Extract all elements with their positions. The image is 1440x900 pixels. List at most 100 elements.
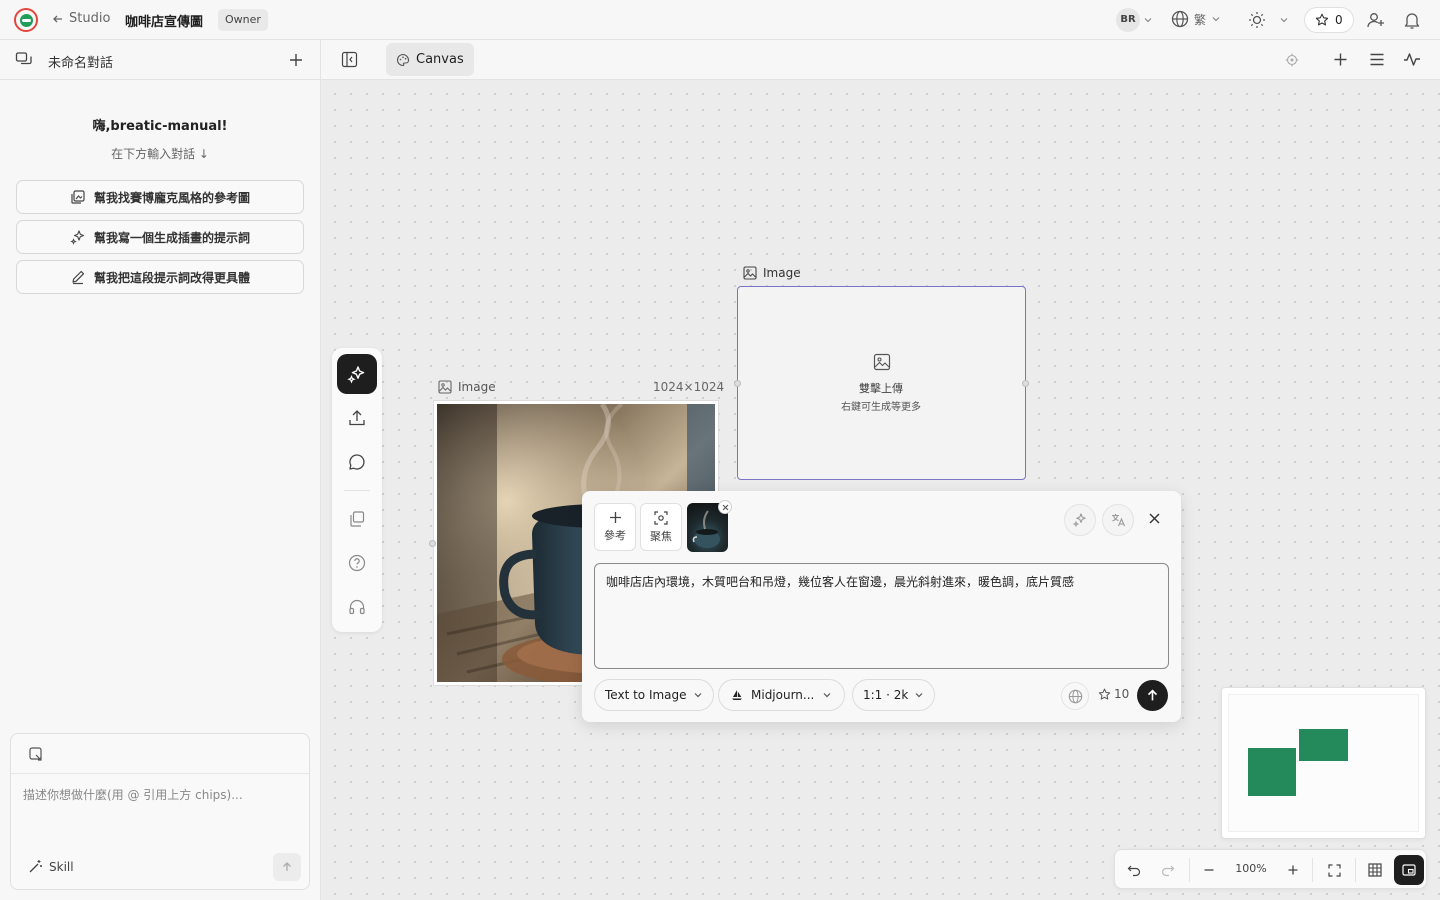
globe-icon [1171,10,1189,28]
connection-handle-image[interactable] [429,540,436,547]
zoom-out-button[interactable] [1195,856,1223,884]
zoom-controls: 100% [1114,849,1427,889]
suggestion-button-refine[interactable]: 幫我把這段提示詞改得更具體 [16,260,304,294]
tab-canvas[interactable]: Canvas [386,43,474,76]
image-node-header: Image [438,380,496,394]
image-dimensions: 1024×1024 [653,380,725,394]
minimap-toggle-button[interactable] [1394,855,1424,885]
sparkles-icon [347,366,365,384]
add-reference-button[interactable]: 參考 [594,503,636,551]
skill-button[interactable]: Skill [28,859,74,874]
chevron-down-icon[interactable] [1279,15,1289,25]
ai-generate-button[interactable] [337,354,377,394]
prompt-textarea[interactable]: 咖啡店店內環境，木質吧台和吊燈，幾位客人在窗邊，晨光斜射進來，暖色調，底片質感 [594,563,1169,669]
image-upload-icon [873,353,891,371]
comment-button[interactable] [342,447,372,477]
conversation-title[interactable]: 未命名對話 [48,52,113,71]
app-logo[interactable] [14,8,38,32]
suggestion-label: 幫我找賽博龐克風格的參考圖 [93,190,250,205]
zoom-level[interactable]: 100% [1227,862,1275,875]
focus-icon [654,510,668,525]
close-icon[interactable] [1148,512,1161,525]
connection-handle-left[interactable] [734,380,741,387]
star-icon [1315,13,1329,26]
bell-icon[interactable] [1403,10,1421,30]
empty-node-header: Image [743,266,801,280]
zoom-in-button[interactable] [1279,856,1307,884]
enhance-prompt-button[interactable] [1064,504,1096,536]
credits-pill[interactable]: 0 [1304,7,1354,33]
chat-input-box: 描述你想做什麼(用 @ 引用上方 chips)... Skill [10,733,310,890]
project-title[interactable]: 咖啡店宣傳圖 [125,11,203,30]
grid-toggle-button[interactable] [1361,856,1389,884]
headset-icon [349,599,365,615]
sparkles-icon [70,230,85,245]
top-bar: Studio 咖啡店宣傳圖 Owner BR 繁 0 [0,0,1440,40]
user-avatar[interactable]: BR [1116,8,1140,32]
web-search-toggle[interactable] [1061,682,1089,710]
star-icon [1098,688,1111,700]
empty-node-label: Image [763,266,801,280]
suggestion-button-reference[interactable]: 幫我找賽博龐克風格的參考圖 [16,180,304,214]
fit-view-button[interactable] [1320,856,1348,884]
attach-chip-icon[interactable] [28,746,44,762]
minimap-icon [1402,864,1416,876]
sun-icon[interactable] [1248,11,1266,29]
chevron-down-icon[interactable] [1143,15,1153,25]
undo-button[interactable] [1120,856,1148,884]
minimap[interactable] [1221,687,1426,839]
image-search-icon [71,190,85,204]
connection-handle-right[interactable] [1022,380,1029,387]
help-button[interactable] [342,548,372,578]
tab-label: Canvas [416,52,464,67]
focus-button[interactable]: 聚焦 [640,503,682,551]
add-user-icon[interactable] [1366,10,1386,30]
chevron-down-icon [915,693,923,698]
suggestion-button-prompt[interactable]: 幫我寫一個生成插畫的提示詞 [16,220,304,254]
suggestion-label: 幫我把這段提示詞改得更具體 [93,270,250,285]
skill-label: Skill [49,859,74,874]
conversations-icon[interactable] [15,51,33,69]
translate-button[interactable] [1102,504,1134,536]
greeting-subtitle: 在下方輸入對話 ↓ [111,147,209,161]
mode-select[interactable]: Text to Image [594,679,714,711]
arrow-up-icon [1147,689,1158,701]
assets-button[interactable] [342,504,372,534]
upload-hint: 雙擊上傳 [859,382,903,395]
chat-send-button[interactable] [273,853,301,881]
undo-icon [1127,865,1141,877]
arrow-up-icon [283,862,291,871]
mode-value: Text to Image [605,688,687,702]
remove-reference-button[interactable] [718,500,732,514]
chat-input[interactable]: 描述你想做什麼(用 @ 引用上方 chips)... [23,786,243,803]
activity-icon[interactable] [1403,51,1421,68]
aspect-select[interactable]: 1:1 · 2k [852,679,936,711]
back-to-studio-link[interactable]: Studio [52,11,110,26]
image-node-label: Image [458,380,496,394]
plus-icon[interactable] [1333,52,1348,67]
language-switcher[interactable]: 繁 [1171,10,1221,28]
redo-button[interactable] [1154,856,1182,884]
canvas-tool-rail [332,348,382,632]
back-label: Studio [69,11,111,26]
generate-submit-button[interactable] [1137,680,1168,711]
sidebar-toggle-icon[interactable] [341,51,358,68]
palette-icon [397,53,410,66]
help-circle-icon [348,554,366,572]
locate-icon[interactable] [1285,53,1299,67]
empty-image-node[interactable]: 雙擊上傳 右鍵可生成等更多 [737,286,1026,480]
upload-button[interactable] [342,403,372,433]
credits-count: 0 [1335,13,1343,27]
arrow-left-icon [53,15,62,22]
minimap-node [1299,729,1348,761]
chevron-down-icon [694,693,701,698]
model-select[interactable]: Midjourn... [718,679,846,711]
suggestion-label: 幫我寫一個生成插畫的提示詞 [93,230,250,245]
plus-icon[interactable] [288,52,304,68]
list-icon[interactable] [1369,52,1385,67]
focus-label: 聚焦 [650,529,672,543]
chevron-down-icon [823,693,831,698]
support-button[interactable] [342,592,372,622]
close-icon [722,504,728,510]
plus-icon [1288,865,1298,875]
